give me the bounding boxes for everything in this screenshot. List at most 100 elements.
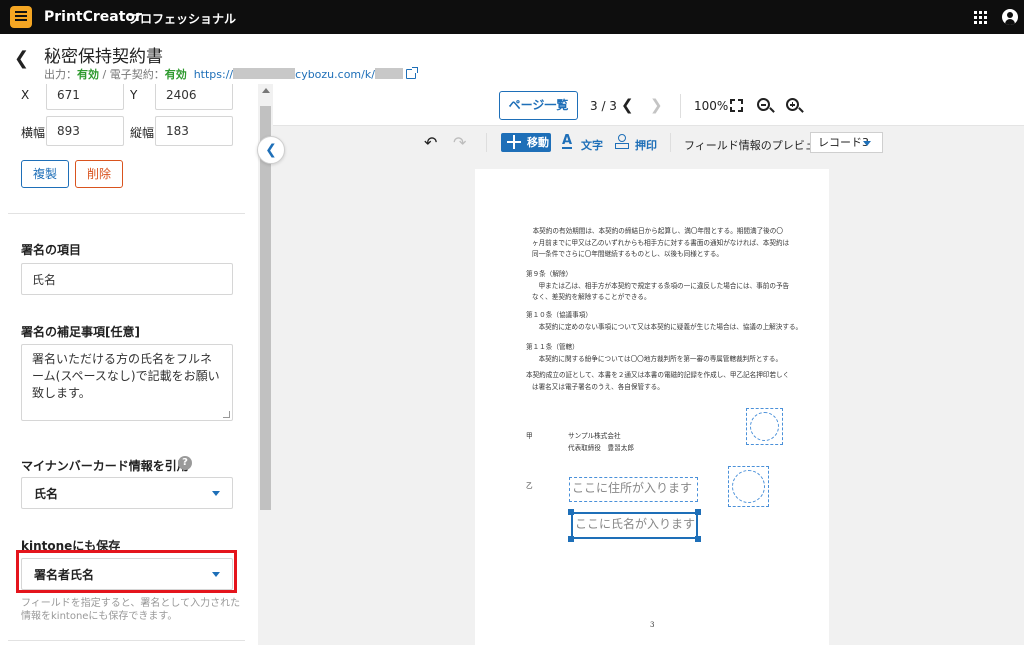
party-a-mark: 甲 <box>526 432 533 440</box>
stamp-tool-button[interactable]: 押印 <box>635 137 657 153</box>
mynumber-select[interactable]: 氏名 <box>21 477 233 509</box>
resize-handle[interactable] <box>695 536 701 542</box>
closing-paragraph: 本契約成立の証として、本書を２通又は本書の電磁的記録を作成し、甲乙記名押印若しく… <box>526 370 789 393</box>
page-title: 秘密保持契約書 <box>44 47 163 67</box>
article-title: 第１１条（管轄） <box>526 343 579 351</box>
account-icon[interactable] <box>1002 9 1018 25</box>
prev-page-icon[interactable]: ❮ <box>621 96 634 114</box>
collapse-panel-button[interactable]: ❮ <box>257 136 285 164</box>
text-tool-icon[interactable]: A <box>562 134 573 149</box>
party-b-stamp-field[interactable] <box>728 466 769 507</box>
y-label: Y <box>130 88 138 102</box>
esign-label: 電子契約： <box>109 68 165 81</box>
article-title: 第１０条（協議事項） <box>526 311 592 319</box>
article-11: 第１１条（管轄） 本契約に関する紛争については〇〇地方裁判所を第一審の専属管轄裁… <box>526 342 782 365</box>
name-field-selected[interactable]: ここに氏名が入ります <box>571 512 698 539</box>
redo-icon: ↷ <box>453 133 467 152</box>
article-title: 第９条（解除） <box>526 270 573 278</box>
status-separator: / <box>99 68 110 81</box>
article-10: 第１０条（協議事項） 本契約に定めのない事項について又は本契約に疑義が生じた場合… <box>526 310 802 333</box>
resize-handle[interactable] <box>568 509 574 515</box>
redacted-app-id <box>374 68 403 79</box>
app-edition: プロフェッショナル <box>128 12 237 26</box>
mynumber-selected: 氏名 <box>34 486 59 501</box>
text-line: 同一条件でさらに〇年間継続するものとし、以後も同様とする。 <box>532 250 724 258</box>
toolbar-separator <box>680 94 681 118</box>
zoom-in-icon[interactable] <box>786 98 799 111</box>
divider <box>8 213 245 214</box>
next-page-icon: ❯ <box>650 96 663 114</box>
copy-button[interactable]: 複製 <box>21 160 69 188</box>
resize-handle[interactable] <box>695 509 701 515</box>
zoom-level: 100% <box>694 99 729 113</box>
external-link-icon <box>405 67 418 79</box>
status-line: 出力：有効 / 電子契約：有効 https://cybozu.com/k/ <box>44 66 418 82</box>
page-toolbar <box>273 84 1024 126</box>
output-status: 有効 <box>77 68 99 81</box>
resize-handle[interactable] <box>568 536 574 542</box>
page-number: 3 <box>650 621 655 629</box>
fit-screen-icon[interactable] <box>730 99 743 112</box>
zoom-out-icon[interactable] <box>757 98 770 111</box>
x-label: X <box>21 88 30 102</box>
stamp-icon[interactable] <box>615 134 629 149</box>
text-line: なく、差契約を解除することができる。 <box>532 293 651 301</box>
toolbar-separator <box>486 133 487 152</box>
kintone-hint: フィールドを指定すると、署名として入力された情報をkintoneにも保存できます… <box>21 598 241 622</box>
party-a-representative: 代表取締役 豊習太郎 <box>568 443 634 452</box>
output-label: 出力： <box>44 68 77 81</box>
delete-button[interactable]: 削除 <box>75 160 123 188</box>
printcreator-logo-icon <box>10 6 32 28</box>
text-tool-button[interactable]: 文字 <box>581 137 603 153</box>
caret-down-icon <box>863 141 871 146</box>
signature-item-label: 署名の項目 <box>21 243 82 257</box>
x-input[interactable]: 671 <box>46 84 124 110</box>
url-prefix: https:// <box>193 68 234 81</box>
property-panel: X 671 Y 2406 横幅 893 縦幅 183 複製 削除 署名の項目 氏… <box>0 84 258 645</box>
divider <box>8 640 245 641</box>
paragraph-1: 本契約の有効期間は、本契約の締結日から起算し、満〇年間とする。期間満了後の〇 ヶ… <box>526 226 789 261</box>
width-label: 横幅 <box>21 126 46 140</box>
top-bar: PrintCreator プロフェッショナル <box>0 0 1024 34</box>
page-indicator: 3 / 3 <box>590 99 617 113</box>
text-line: ヶ月前までに甲又は乙のいずれからも相手方に対する書面の通知がなければ、本契約は <box>532 238 790 247</box>
resize-grip-icon[interactable] <box>223 411 230 418</box>
apps-grid-icon[interactable] <box>974 11 987 24</box>
article-9: 第９条（解除） 甲または乙は、相手方が本契約で規定する条項の一に違反した場合には… <box>526 269 789 304</box>
document-header: ❮ 秘密保持契約書 出力：有効 / 電子契約：有効 https://cybozu… <box>0 34 1024 84</box>
y-input[interactable]: 2406 <box>155 84 233 110</box>
text-line: 本契約に関する紛争については〇〇地方裁判所を第一審の専属管轄裁判所とする。 <box>532 354 783 363</box>
party-a-stamp-field[interactable] <box>746 408 783 445</box>
supplement-text: 署名いただける方の氏名をフルネーム(スペースなし)で記載をお願い致します。 <box>32 352 220 400</box>
back-arrow-icon[interactable]: ❮ <box>14 48 32 70</box>
party-b-mark: 乙 <box>526 482 533 490</box>
scroll-up-icon[interactable] <box>262 88 270 93</box>
address-field[interactable]: ここに住所が入ります <box>569 477 698 502</box>
page-list-button[interactable]: ページ一覧 <box>499 91 578 120</box>
highlight-annotation <box>16 550 237 593</box>
text-line: 本契約に定めのない事項について又は本契約に疑義が生じた場合は、協議の上解決する。 <box>532 322 803 331</box>
field-preview-label: フィールド情報のプレビュー <box>684 139 827 152</box>
text-line: 甲または乙は、相手方が本契約で規定する条項の一に違反した場合には、事前の予告 <box>532 281 790 290</box>
supplement-label: 署名の補足事項[任意] <box>21 325 140 339</box>
supplement-textarea[interactable]: 署名いただける方の氏名をフルネーム(スペースなし)で記載をお願い致します。 <box>21 344 233 421</box>
width-input[interactable]: 893 <box>46 116 124 146</box>
party-a-company: サンプル株式会社 <box>568 432 621 440</box>
height-input[interactable]: 183 <box>155 116 233 146</box>
caret-down-icon <box>212 491 220 496</box>
party-a-block: サンプル株式会社 代表取締役 豊習太郎 <box>568 431 634 454</box>
record-select[interactable]: レコード3 <box>810 132 883 153</box>
signature-item-input[interactable]: 氏名 <box>21 263 233 295</box>
kintone-link[interactable]: https:// cybozu.com/k/ <box>193 67 418 81</box>
move-icon <box>507 135 521 149</box>
undo-icon[interactable]: ↶ <box>424 133 437 152</box>
text-line: 本契約成立の証として、本書を２通又は本書の電磁的記録を作成し、甲乙記名押印若しく <box>526 371 790 379</box>
text-line: 本契約の有効期間は、本契約の締結日から起算し、満〇年間とする。期間満了後の〇 <box>526 227 783 235</box>
esign-status: 有効 <box>164 68 187 81</box>
help-icon[interactable]: ? <box>178 456 192 470</box>
text-line: は署名又は電子署名のうえ、各自保管する。 <box>532 382 664 391</box>
mynumber-label: マイナンバーカード情報を引用 <box>21 459 189 473</box>
toolbar-separator <box>670 133 671 152</box>
document-page: 本契約の有効期間は、本契約の締結日から起算し、満〇年間とする。期間満了後の〇 ヶ… <box>475 169 829 645</box>
scrollbar-thumb[interactable] <box>260 106 271 510</box>
